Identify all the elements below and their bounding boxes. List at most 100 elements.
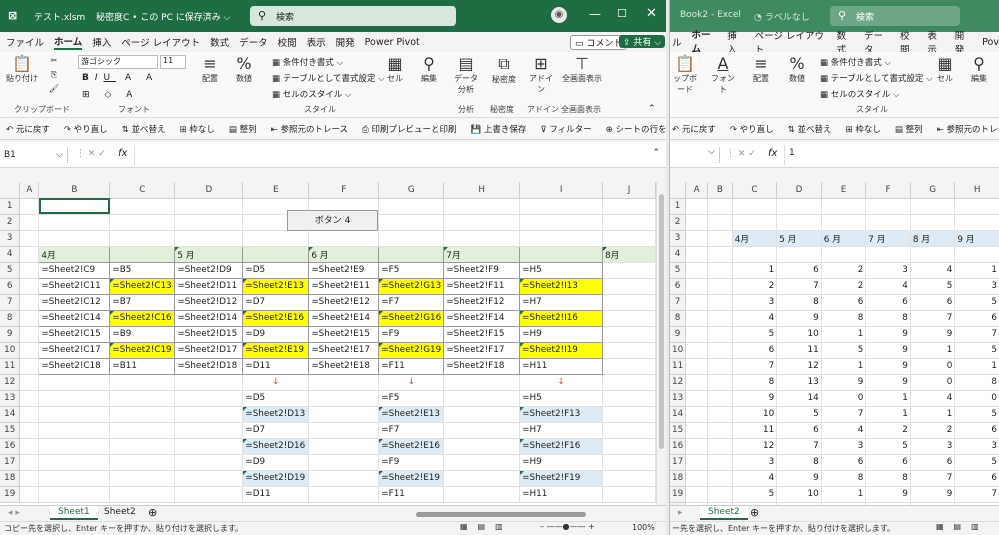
- cell[interactable]: [685, 278, 708, 295]
- border-fill-buttons[interactable]: ⊞ ◇ A: [82, 90, 138, 100]
- avatar[interactable]: ◉: [551, 7, 567, 23]
- cell[interactable]: [174, 390, 244, 407]
- qat-item-2[interactable]: ⇅ 並べ替え: [788, 123, 832, 135]
- cell[interactable]: [602, 454, 656, 471]
- cell[interactable]: [38, 422, 111, 439]
- cell[interactable]: [378, 214, 445, 231]
- select-all-corner[interactable]: [670, 182, 687, 199]
- search-box[interactable]: ⚲ 検索: [250, 6, 456, 26]
- qat-item-3[interactable]: ⊞ 枠なし: [846, 123, 881, 135]
- cell[interactable]: [602, 310, 656, 327]
- cell[interactable]: 7 月: [865, 230, 911, 247]
- cell[interactable]: [19, 486, 40, 503]
- cell[interactable]: =Sheet2!I19: [519, 342, 604, 359]
- row-header[interactable]: 6: [670, 278, 687, 295]
- cell[interactable]: =H11: [519, 486, 604, 503]
- qat-item-1[interactable]: ↷ やり直し: [64, 123, 108, 135]
- menu-tab-9[interactable]: Pov: [982, 37, 999, 48]
- cell[interactable]: [109, 214, 176, 231]
- row-header[interactable]: 6: [0, 278, 21, 295]
- row-header[interactable]: 14: [0, 406, 21, 423]
- cell[interactable]: 13: [776, 374, 822, 391]
- number-button[interactable]: % 数値: [230, 54, 258, 84]
- format-as-table-button[interactable]: ▦ テーブルとして書式設定 ⌵: [272, 72, 385, 84]
- row-header[interactable]: 16: [670, 438, 687, 455]
- column-header[interactable]: C: [109, 182, 176, 199]
- minimize-icon[interactable]: —: [589, 7, 601, 21]
- cell[interactable]: =B7: [109, 294, 176, 311]
- cell[interactable]: =D11: [242, 358, 310, 375]
- cell[interactable]: [707, 246, 733, 263]
- cell[interactable]: [519, 214, 604, 231]
- cell[interactable]: [19, 214, 40, 231]
- row-header[interactable]: 1: [0, 198, 21, 215]
- cell[interactable]: =Sheet2!E17: [308, 342, 380, 359]
- cell[interactable]: [19, 390, 40, 407]
- cell[interactable]: =Sheet2!E13: [378, 406, 445, 423]
- cell[interactable]: 6: [910, 294, 956, 311]
- cell[interactable]: 11: [776, 342, 822, 359]
- data-analysis-button[interactable]: ▤ データ分析: [452, 54, 480, 95]
- cell[interactable]: =Sheet2!G16: [378, 310, 445, 327]
- cell[interactable]: 6: [954, 470, 999, 487]
- cell[interactable]: [19, 278, 40, 295]
- column-header[interactable]: D: [776, 182, 822, 199]
- cell[interactable]: 1: [910, 406, 956, 423]
- cell[interactable]: 7: [776, 438, 822, 455]
- cell[interactable]: [174, 470, 244, 487]
- cell[interactable]: [732, 214, 778, 231]
- cell[interactable]: [443, 406, 521, 423]
- cell[interactable]: =B11: [109, 358, 176, 375]
- cell[interactable]: [685, 198, 708, 215]
- cell[interactable]: [19, 246, 40, 263]
- cell[interactable]: [707, 214, 733, 231]
- format-as-table-button[interactable]: ▦ テーブルとして書式設定 ⌵: [820, 72, 933, 84]
- cell[interactable]: 4月: [732, 230, 778, 247]
- cell[interactable]: 3: [732, 294, 778, 311]
- cell[interactable]: [707, 326, 733, 343]
- cell[interactable]: [776, 246, 822, 263]
- menu-tab-4[interactable]: 数式: [210, 35, 229, 49]
- menu-tab-7[interactable]: 表示: [307, 35, 326, 49]
- cell[interactable]: [443, 422, 521, 439]
- cell[interactable]: 10: [732, 406, 778, 423]
- cell[interactable]: [519, 246, 604, 263]
- cell[interactable]: [109, 422, 176, 439]
- cell[interactable]: 8: [821, 310, 867, 327]
- qat-item-9[interactable]: ⊕ シートの行を挿入: [606, 123, 666, 135]
- cell[interactable]: =H9: [519, 454, 604, 471]
- row-header[interactable]: 17: [0, 454, 21, 471]
- cell[interactable]: 3: [732, 454, 778, 471]
- conditional-format-button[interactable]: ▦ 条件付き書式 ⌵: [272, 56, 343, 68]
- edit-button[interactable]: ⚲ 編集: [416, 54, 442, 84]
- cell[interactable]: [707, 390, 733, 407]
- cell[interactable]: [443, 214, 521, 231]
- cell[interactable]: [38, 438, 111, 455]
- cell[interactable]: [732, 198, 778, 215]
- cell[interactable]: 6: [821, 294, 867, 311]
- row-header[interactable]: 19: [0, 486, 21, 503]
- cell[interactable]: =F5: [378, 390, 445, 407]
- cell[interactable]: 8: [954, 374, 999, 391]
- row-header[interactable]: 5: [670, 262, 687, 279]
- cell[interactable]: 6: [732, 342, 778, 359]
- cell[interactable]: [443, 438, 521, 455]
- cell[interactable]: [443, 230, 521, 247]
- cell[interactable]: [707, 262, 733, 279]
- cell[interactable]: [865, 246, 911, 263]
- cell[interactable]: 2: [821, 262, 867, 279]
- cell[interactable]: [707, 342, 733, 359]
- cell[interactable]: [707, 486, 733, 503]
- cell[interactable]: =Sheet2!D14: [174, 310, 244, 327]
- cell[interactable]: [519, 230, 604, 247]
- cell[interactable]: =D9: [242, 454, 310, 471]
- cell[interactable]: [378, 230, 445, 247]
- h-scroll-thumb[interactable]: [416, 512, 586, 517]
- sheet-tab-sheet2[interactable]: Sheet2: [700, 506, 748, 520]
- cell[interactable]: [19, 422, 40, 439]
- row-header[interactable]: 8: [0, 310, 21, 327]
- cell[interactable]: [685, 294, 708, 311]
- cell[interactable]: 4: [865, 278, 911, 295]
- cell[interactable]: 6 月: [821, 230, 867, 247]
- cell[interactable]: =Sheet2!C17: [38, 342, 111, 359]
